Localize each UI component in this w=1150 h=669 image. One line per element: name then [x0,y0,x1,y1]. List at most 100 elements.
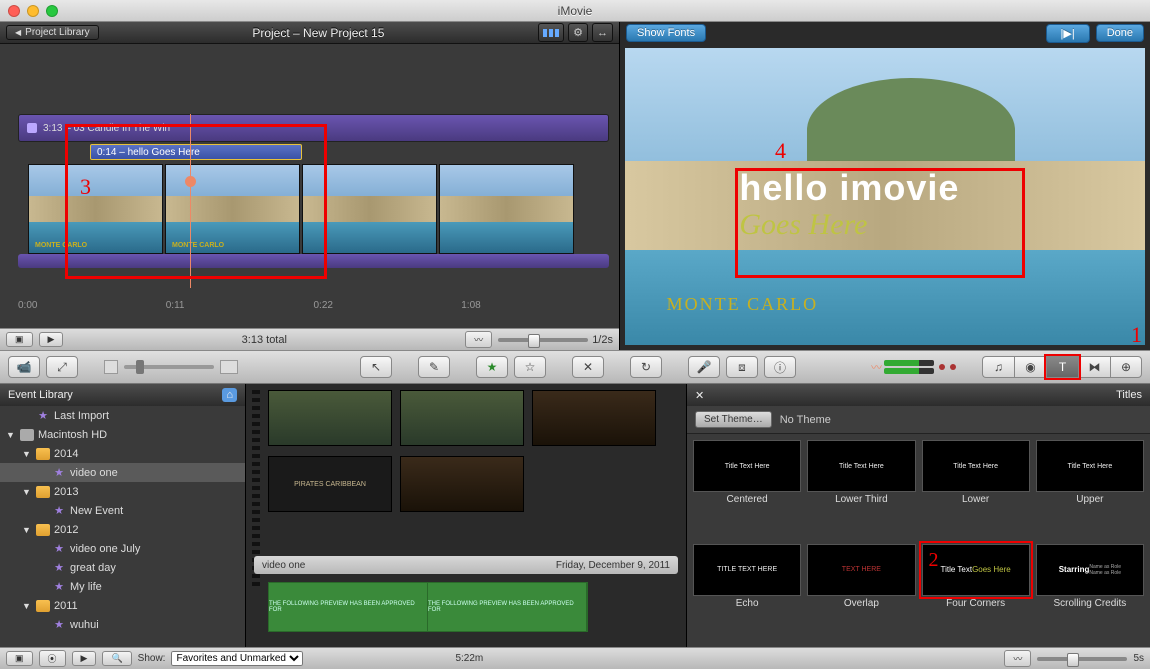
swap-slider[interactable] [124,365,214,369]
preview-title-sub[interactable]: Goes Here [739,208,867,242]
event-tree-row[interactable]: ▼2011 [0,596,245,615]
event-tree-row[interactable]: ▼2012 [0,520,245,539]
voiceover-button[interactable]: 🎤 [688,356,720,378]
waveform-toggle[interactable]: 〰 [1004,650,1031,667]
project-pane: Project Library Project – New Project 15… [0,22,620,350]
event-tree-row[interactable]: ▼2013 [0,482,245,501]
waveform-toggle[interactable]: 〰 [465,331,492,348]
reject-button[interactable]: ✕ [572,356,604,378]
title-clip[interactable]: 0:14 – hello Goes Here [90,144,302,160]
playhead[interactable] [190,114,191,288]
audio-track[interactable]: 3:13 – 03 Candle In The Win [18,114,609,142]
annotation-number-2: 2 [929,549,939,572]
clip-thumb[interactable] [439,164,574,254]
swap-events-button[interactable]: ⤢ [46,356,78,378]
event-clip[interactable]: PIRATES CARIBBEAN [268,456,392,512]
photo-browser-button[interactable]: ◉ [1014,356,1046,378]
preview-caption: MONTE CARLO [667,294,819,315]
event-tree-row[interactable]: ★My life [0,577,245,596]
event-tree-row[interactable]: ★video one [0,463,245,482]
filmstrip-text: THE FOLLOWING PREVIEW HAS BEEN APPROVED … [428,601,586,613]
loop-button[interactable]: ↻ [630,356,662,378]
event-label-bar: video one Friday, December 9, 2011 [254,556,678,574]
maps-browser-button[interactable]: ⊕ [1110,356,1142,378]
audio-track-label: 3:13 – 03 Candle In The Win [43,123,170,134]
event-tree-row[interactable]: ★New Event [0,501,245,520]
frame-mini-icon [220,360,238,374]
filmstrip-text: THE FOLLOWING PREVIEW HAS BEEN APPROVED … [269,601,427,613]
event-tree-row[interactable]: ★wuhui [0,615,245,634]
title-tile[interactable]: TITLE TEXT HEREEcho [693,544,801,642]
event-clip[interactable] [532,390,656,446]
title-tile[interactable]: Title Text HereUpper [1036,440,1144,538]
event-name-label: video one [262,560,305,571]
title-tile[interactable]: Title Text HereCentered [693,440,801,538]
event-filmstrip[interactable]: THE FOLLOWING PREVIEW HAS BEEN APPROVED … [268,582,588,632]
event-clip[interactable] [400,456,524,512]
time-ruler: 0:00 0:11 0:22 1:08 [18,300,609,318]
event-library-pane: Event Library⌂ ★Last Import▼Macintosh HD… [0,384,246,647]
preview-play-button[interactable]: |▶| [1046,24,1090,43]
project-settings-button[interactable]: ⚙ [568,23,588,42]
show-label: Show: [138,653,166,664]
inspector-button[interactable]: ⓘ [764,356,796,378]
clip-caption: PIRATES CARIBBEAN [294,481,366,488]
event-tree-row[interactable]: ★great day [0,558,245,577]
project-title: Project – New Project 15 [105,26,533,40]
transitions-browser-button[interactable]: ⧓ [1078,356,1110,378]
search-button[interactable]: 🔍 [102,651,131,666]
import-camera-button[interactable]: 📹 [8,356,40,378]
annotation-number-4: 4 [775,138,786,164]
thumb-seconds-label: 5s [1133,653,1144,664]
play-button[interactable]: ▶ [39,332,64,347]
timeline[interactable]: 3:13 – 03 Candle In The Win 0:14 – hello… [0,44,619,328]
done-button[interactable]: Done [1096,24,1144,42]
event-clip[interactable] [400,390,524,446]
project-view-toggle[interactable] [538,23,564,42]
ruler-mark: 0:22 [314,300,462,318]
event-tree-row[interactable]: ★video one July [0,539,245,558]
frame-mini-icon [104,360,118,374]
play-button[interactable]: ▶ [72,651,97,666]
preview-title-main[interactable]: hello imovie [739,167,959,209]
event-clip[interactable] [268,390,392,446]
preview-viewer[interactable]: hello imovie Goes Here MONTE CARLO 4 [625,48,1145,345]
keyword-button[interactable]: ✎ [418,356,450,378]
clip-thumb[interactable] [302,164,437,254]
show-filter-select[interactable]: Favorites and Unmarked [171,651,303,666]
project-duration: 3:13 total [242,334,287,346]
event-footer: ▣ ⦿ ▶ 🔍 Show: Favorites and Unmarked 5:2… [0,647,1150,669]
main-toolbar: 📹 ⤢ ↖ ✎ ★ ☆ ✕ ↻ 🎤 ⧈ ⓘ 〰 ♫ ◉ T ⧓ ⊕ [0,350,1150,384]
titles-browser-button[interactable]: T [1046,356,1078,378]
ruler-mark: 0:00 [18,300,166,318]
title-tile[interactable]: TEXT HEREOverlap [807,544,915,642]
play-from-start-button[interactable]: ⦿ [39,650,66,667]
event-tree-row[interactable]: ▼2014 [0,444,245,463]
project-library-label: Project Library [25,27,89,38]
title-tile[interactable]: StarringName as RoleName as RoleScrollin… [1036,544,1144,642]
project-swap-button[interactable]: ↔ [592,23,613,42]
project-library-button[interactable]: Project Library [6,25,99,40]
crop-button[interactable]: ⧈ [726,356,758,378]
title-tile[interactable]: Title Text HereLower Third [807,440,915,538]
unmark-button[interactable]: ☆ [514,356,546,378]
close-panel-button[interactable]: ✕ [695,389,709,402]
title-tile[interactable]: 2Title TextGoes HereFour Corners [922,544,1030,642]
favorite-button[interactable]: ★ [476,356,508,378]
play-fullscreen-button[interactable]: ▣ [6,332,33,347]
music-browser-button[interactable]: ♫ [982,356,1014,378]
set-theme-button[interactable]: Set Theme… [695,411,772,428]
event-clips-pane: PIRATES CARIBBEAN video one Friday, Dece… [246,384,686,647]
arrow-tool-button[interactable]: ↖ [360,356,392,378]
clip-thumb[interactable]: MONTE CARLO [28,164,163,254]
thumb-size-slider[interactable] [1037,657,1127,661]
event-tree-row[interactable]: ▼Macintosh HD [0,425,245,444]
preview-pane: Show Fonts |▶| Done hello imovie Goes He… [620,22,1150,350]
thumb-size-slider[interactable] [498,338,588,342]
event-tree-row[interactable]: ★Last Import [0,406,245,425]
audio-track-tail[interactable] [18,254,609,268]
event-tree[interactable]: ★Last Import▼Macintosh HD▼2014★video one… [0,406,245,647]
title-tile[interactable]: Title Text HereLower [922,440,1030,538]
show-fonts-button[interactable]: Show Fonts [626,24,706,42]
play-fullscreen-button[interactable]: ▣ [6,651,33,666]
